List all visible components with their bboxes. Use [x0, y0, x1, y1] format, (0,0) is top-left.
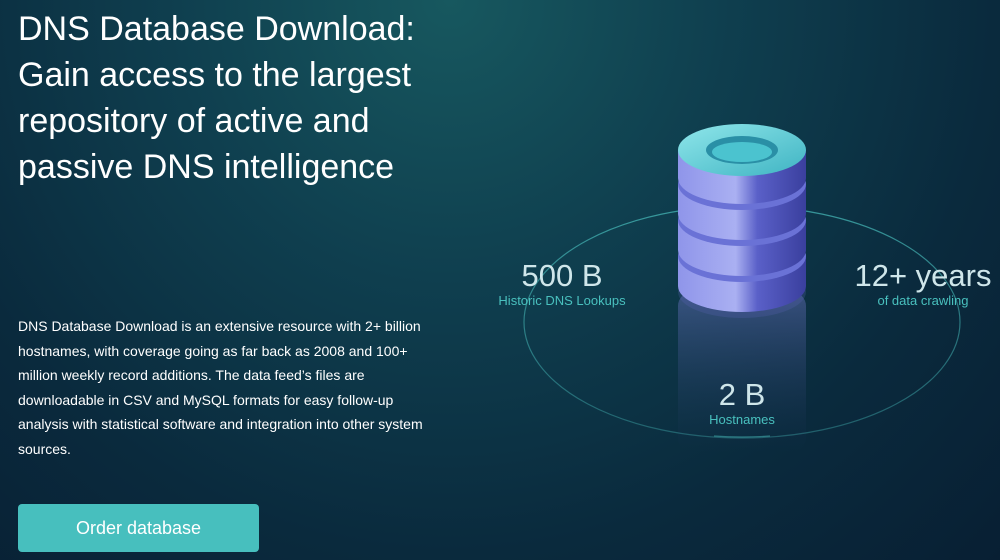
database-stack-icon	[523, 124, 961, 452]
stat-value: 12+ years	[854, 258, 992, 293]
stat-label: Historic DNS Lookups	[498, 293, 626, 308]
stat-label: Hostnames	[709, 412, 775, 427]
order-database-button[interactable]: Order database	[18, 504, 259, 552]
stat-value: 2 B	[718, 377, 766, 412]
page-title: DNS Database Download: Gain access to th…	[18, 10, 415, 186]
stat-hostnames: 2 B Hostnames	[682, 378, 802, 428]
stat-historic-lookups: 500 B Historic DNS Lookups	[482, 259, 642, 309]
stat-label: of data crawling	[877, 293, 969, 308]
stat-value: 500 B	[521, 258, 603, 293]
hero-description: DNS Database Download is an extensive re…	[18, 318, 423, 457]
database-illustration: 500 B Historic DNS Lookups 12+ years of …	[470, 60, 1000, 560]
stat-years-crawling: 12+ years of data crawling	[848, 259, 998, 309]
